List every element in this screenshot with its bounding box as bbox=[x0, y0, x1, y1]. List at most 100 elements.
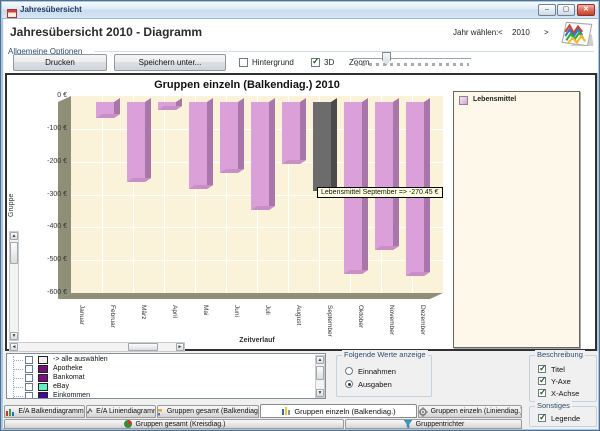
scroll-up-button[interactable]: ▲ bbox=[10, 232, 18, 240]
background-checkbox[interactable] bbox=[239, 58, 248, 67]
radio-button[interactable] bbox=[345, 367, 353, 375]
checkbox-x-achse[interactable] bbox=[538, 387, 547, 398]
filter-color-swatch bbox=[38, 356, 48, 364]
scrollbar-thumb[interactable] bbox=[316, 366, 324, 380]
window-title: Jahresübersicht bbox=[20, 5, 82, 14]
y-tick-label: -300 € bbox=[47, 191, 67, 198]
filter-checkbox[interactable] bbox=[25, 374, 33, 382]
y-tick-label: -200 € bbox=[47, 158, 67, 165]
tree-connector bbox=[14, 369, 23, 370]
bar-september[interactable] bbox=[313, 98, 337, 191]
filter-item-alle-ausw-hlen[interactable]: -> alle auswählen bbox=[8, 356, 308, 365]
filter-list[interactable]: -> alle auswählen Apotheke Bankomat eBay Ein… bbox=[6, 353, 326, 399]
radio-label: Ausgaben bbox=[358, 380, 392, 389]
scrollbar-thumb[interactable] bbox=[10, 242, 18, 264]
bar-mai[interactable] bbox=[189, 98, 213, 189]
scroll-up-button[interactable]: ▲ bbox=[316, 356, 324, 364]
scroll-down-button[interactable]: ▼ bbox=[316, 389, 324, 397]
gridline-v bbox=[164, 96, 165, 293]
scrollbar-thumb[interactable] bbox=[128, 343, 158, 351]
filter-checkbox[interactable] bbox=[25, 392, 33, 398]
group-vertical-scrollbar[interactable]: ▲ ▼ bbox=[9, 231, 19, 341]
bar-april[interactable] bbox=[158, 98, 182, 110]
minimize-button[interactable]: – bbox=[538, 4, 556, 16]
tree-connector bbox=[14, 378, 23, 379]
tree-connector bbox=[14, 387, 23, 388]
filter-checkbox[interactable] bbox=[25, 365, 33, 373]
radio-option-ausgaben[interactable]: Ausgaben bbox=[345, 380, 430, 390]
filter-item-apotheke[interactable]: Apotheke bbox=[8, 365, 308, 374]
save-as-button[interactable]: Speichern unter... bbox=[114, 54, 226, 71]
sonstiges-group: Sonstiges Legende bbox=[529, 401, 597, 427]
bar-m-rz[interactable] bbox=[127, 98, 151, 182]
tree-connector bbox=[14, 396, 23, 397]
tab-row-2: Gruppen gesamt (Kreisdiag.) Gruppentricht… bbox=[4, 418, 524, 429]
beschreibung-label: Beschreibung bbox=[535, 350, 585, 359]
scroll-down-button[interactable]: ▼ bbox=[10, 332, 18, 340]
bar-november[interactable] bbox=[375, 98, 399, 250]
threed-checkbox[interactable] bbox=[311, 56, 320, 67]
title-bar[interactable]: Jahresübersicht – ▢ ✕ bbox=[2, 2, 598, 19]
tab-gruppen-einzeln-balkendiag[interactable]: Gruppen einzeln (Balkendiag.) bbox=[260, 404, 417, 418]
bar-front-face bbox=[189, 102, 207, 189]
maximize-button[interactable]: ▢ bbox=[557, 4, 575, 16]
filter-color-swatch bbox=[38, 374, 48, 382]
year-prev-button[interactable]: < bbox=[498, 28, 503, 37]
zoom-slider-track[interactable] bbox=[353, 58, 471, 59]
bar-front-face bbox=[251, 102, 269, 210]
filter-label: eBay bbox=[53, 383, 69, 390]
bar-juli[interactable] bbox=[251, 98, 275, 210]
filter-item-ebay[interactable]: eBay bbox=[8, 383, 308, 392]
bar-august[interactable] bbox=[282, 98, 306, 164]
tab-e-a-balkendiagramm[interactable]: E/A Balkendiagramm bbox=[4, 405, 85, 418]
tab-gruppentrichter[interactable]: Gruppentrichter bbox=[345, 419, 522, 429]
options-row: Allgemeine Optionen Drucken Speichern un… bbox=[4, 46, 598, 73]
year-next-button[interactable]: > bbox=[544, 28, 549, 37]
close-button[interactable]: ✕ bbox=[577, 4, 595, 16]
tab-gruppen-gesamt-balkendiag[interactable]: Gruppen gesamt (Balkendiag.) bbox=[157, 405, 259, 418]
time-horizontal-scrollbar[interactable]: ◄ ► bbox=[9, 342, 185, 352]
chart-tooltip: Lebensmittel September => -270.45 € bbox=[317, 187, 443, 198]
filter-color-swatch bbox=[38, 365, 48, 373]
y-tick-label: 0 € bbox=[57, 92, 67, 99]
filter-item-bankomat[interactable]: Bankomat bbox=[8, 374, 308, 383]
y-tick-label: -100 € bbox=[47, 125, 67, 132]
tab-gruppen-einzeln-liniendiag[interactable]: Gruppen einzeln (Liniendiag.) bbox=[418, 405, 522, 418]
checkbox-legende[interactable] bbox=[538, 412, 547, 423]
checkbox-label: Titel bbox=[551, 365, 565, 374]
tab-label: Gruppen gesamt (Balkendiag.) bbox=[166, 408, 259, 415]
group-axis-label: Gruppe bbox=[8, 193, 15, 217]
bar-juni[interactable] bbox=[220, 98, 244, 173]
scroll-left-button[interactable]: ◄ bbox=[10, 343, 18, 351]
legend-label: Lebensmittel bbox=[473, 96, 517, 103]
checkbox-y-axe[interactable] bbox=[538, 375, 547, 386]
scroll-right-button[interactable]: ► bbox=[176, 343, 184, 351]
hbar-chart-icon bbox=[158, 407, 164, 417]
filter-checkbox[interactable] bbox=[25, 356, 33, 364]
print-button[interactable]: Drucken bbox=[13, 54, 107, 71]
radio-option-einnahmen[interactable]: Einnahmen bbox=[345, 367, 430, 377]
value-selector-label: Folgende Werte anzeige bbox=[342, 350, 428, 359]
checkbox-label: Legende bbox=[551, 414, 581, 423]
tab-label: Gruppentrichter bbox=[415, 420, 465, 428]
tab-gruppen-gesamt-kreisdiag[interactable]: Gruppen gesamt (Kreisdiag.) bbox=[4, 419, 344, 429]
radio-button[interactable] bbox=[345, 380, 353, 388]
bar-oktober[interactable] bbox=[344, 98, 368, 274]
filter-checkbox[interactable] bbox=[25, 383, 33, 391]
year-chooser-label: Jahr wählen: bbox=[453, 28, 499, 37]
tab-label: Gruppen einzeln (Liniendiag.) bbox=[430, 408, 522, 415]
tree-connector bbox=[14, 360, 23, 361]
checkbox-label: Y-Axe bbox=[551, 377, 571, 386]
filter-list-scrollbar[interactable]: ▲ ▼ bbox=[315, 355, 325, 398]
checkbox-titel[interactable] bbox=[538, 363, 547, 374]
options-group-line bbox=[94, 51, 594, 52]
tab-e-a-liniendiagramm[interactable]: E/A Liniendiagramm bbox=[86, 405, 156, 418]
filter-label: Apotheke bbox=[53, 365, 83, 372]
tab-row-1: E/A Balkendiagramm E/A Liniendiagramm Grup… bbox=[4, 404, 524, 418]
bar-februar[interactable] bbox=[96, 98, 120, 118]
filter-item-einkommen[interactable]: Einkommen bbox=[8, 392, 308, 398]
bar-front-face bbox=[220, 102, 238, 173]
bar-front-face bbox=[282, 102, 300, 164]
funnel-icon bbox=[403, 420, 413, 428]
tab-label: Gruppen gesamt (Kreisdiag.) bbox=[135, 420, 226, 428]
